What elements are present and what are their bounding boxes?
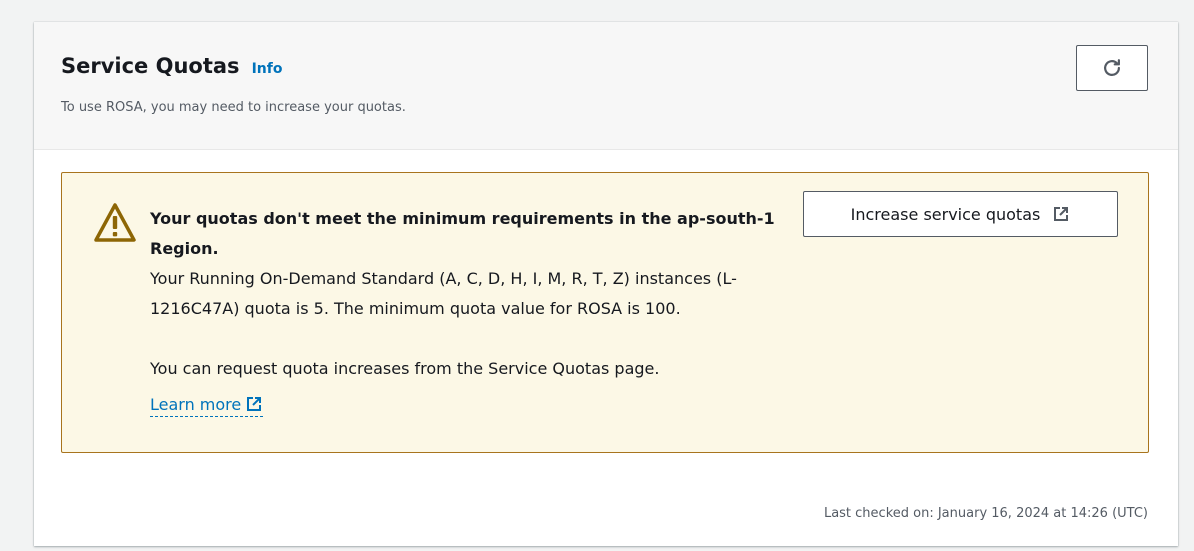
panel-header: Service Quotas Info To use ROSA, you may… <box>34 22 1178 150</box>
alert-request-text: You can request quota increases from the… <box>150 359 660 378</box>
page-title: Service Quotas <box>61 54 240 78</box>
learn-more-link[interactable]: Learn more <box>150 394 264 417</box>
learn-more-label: Learn more <box>150 395 242 414</box>
alert-detail: Your Running On-Demand Standard (A, C, D… <box>150 269 737 318</box>
warning-icon <box>94 203 136 242</box>
increase-service-quotas-button[interactable]: Increase service quotas <box>803 191 1118 237</box>
info-link[interactable]: Info <box>252 61 283 77</box>
quota-warning-alert: Your quotas don't meet the minimum requi… <box>61 172 1149 453</box>
alert-content: Your quotas don't meet the minimum requi… <box>150 204 790 420</box>
refresh-icon <box>1104 59 1120 76</box>
increase-button-label: Increase service quotas <box>850 204 1041 224</box>
external-link-icon <box>247 397 262 411</box>
service-quotas-panel: Service Quotas Info To use ROSA, you may… <box>34 22 1178 546</box>
last-checked-timestamp: Last checked on: January 16, 2024 at 14:… <box>823 506 1148 521</box>
panel-subtitle: To use ROSA, you may need to increase yo… <box>61 100 406 115</box>
external-link-icon <box>1054 207 1069 221</box>
refresh-button[interactable] <box>1076 45 1148 91</box>
title-row: Service Quotas Info <box>61 54 282 78</box>
alert-heading: Your quotas don't meet the minimum requi… <box>150 209 775 258</box>
